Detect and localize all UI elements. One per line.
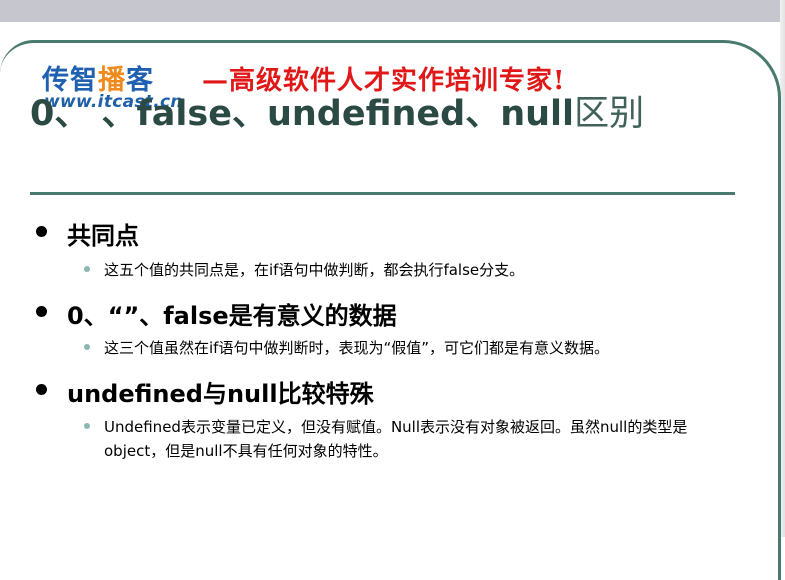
sub-bullet-undefined-null: Undefined表示变量已定义，但没有赋值。Null表示没有对象被返回。虽然n… xyxy=(84,415,724,463)
sub-bullet-dot-icon xyxy=(84,344,90,350)
bullet-dot-icon xyxy=(36,384,47,395)
sub-bullet-dot-icon xyxy=(84,423,90,429)
title-divider xyxy=(30,192,735,195)
slide-title: 0、 、false、undefined、null区别 xyxy=(30,92,730,136)
sub-bullet-text: 这五个值的共同点是，在if语句中做判断，都会执行false分支。 xyxy=(104,261,525,279)
bullet-dot-icon xyxy=(36,306,47,317)
bullet-label: undefined与null比较特殊 xyxy=(67,380,374,408)
sub-bullet-meaningful-data: 这三个值虽然在if语句中做判断时，表现为“假值”，可它们都是有意义数据。 xyxy=(84,336,744,360)
bullet-common-points: 共同点 xyxy=(36,216,139,251)
sub-bullet-dot-icon xyxy=(84,266,90,272)
bullet-meaningful-data: 0、“”、false是有意义的数据 xyxy=(36,296,397,331)
bullet-undefined-null: undefined与null比较特殊 xyxy=(36,374,374,409)
bullet-label: 0、“”、false是有意义的数据 xyxy=(67,302,397,330)
sub-bullet-text: Undefined表示变量已定义，但没有赋值。Null表示没有对象被返回。虽然n… xyxy=(104,418,688,460)
sub-bullet-text: 这三个值虽然在if语句中做判断时，表现为“假值”，可它们都是有意义数据。 xyxy=(104,339,609,357)
sub-bullet-common-points: 这五个值的共同点是，在if语句中做判断，都会执行false分支。 xyxy=(84,258,724,282)
bullet-dot-icon xyxy=(36,226,47,237)
window-top-band xyxy=(0,0,785,22)
slide-title-tail: 区别 xyxy=(574,94,645,134)
slide-title-main: 0、 、false、undefined、null xyxy=(30,94,575,134)
bullet-label: 共同点 xyxy=(67,222,139,250)
